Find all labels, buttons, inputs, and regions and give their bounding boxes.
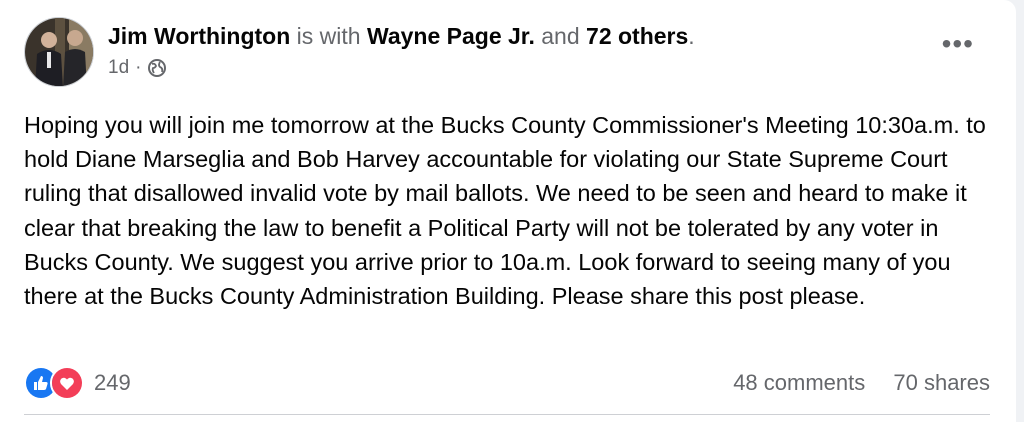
globe-icon[interactable] [147,58,167,78]
tagged-person[interactable]: Wayne Page Jr. [367,23,535,49]
reactions-summary[interactable]: 249 [24,366,131,400]
shares-link[interactable]: 70 shares [893,370,990,395]
comments-link[interactable]: 48 comments [733,370,865,395]
author-line: Jim Worthington is with Wayne Page Jr. a… [108,21,695,51]
author-name[interactable]: Jim Worthington [108,23,290,49]
with-text: is with [296,23,361,49]
engagement-stats: 48 comments 70 shares [733,370,990,396]
tagged-others-link[interactable]: 72 others [586,23,688,49]
post-card: Jim Worthington is with Wayne Page Jr. a… [0,0,1016,422]
love-icon [50,366,84,400]
post-footer: 249 48 comments 70 shares [24,362,990,404]
reaction-count: 249 [94,370,131,395]
author-avatar[interactable] [24,17,94,87]
more-options-icon[interactable]: ••• [942,30,974,58]
footer-divider [24,414,990,415]
and-text: and [541,23,580,49]
post-timestamp[interactable]: 1d [108,57,129,79]
avatar-photo [25,18,93,86]
post-sub-line: 1d · [108,57,695,79]
period-text: . [688,23,695,49]
post-meta: Jim Worthington is with Wayne Page Jr. a… [108,21,695,87]
post-text: Hoping you will join me tomorrow at the … [24,112,986,310]
post-header: Jim Worthington is with Wayne Page Jr. a… [24,17,695,87]
separator-dot: · [135,57,142,78]
